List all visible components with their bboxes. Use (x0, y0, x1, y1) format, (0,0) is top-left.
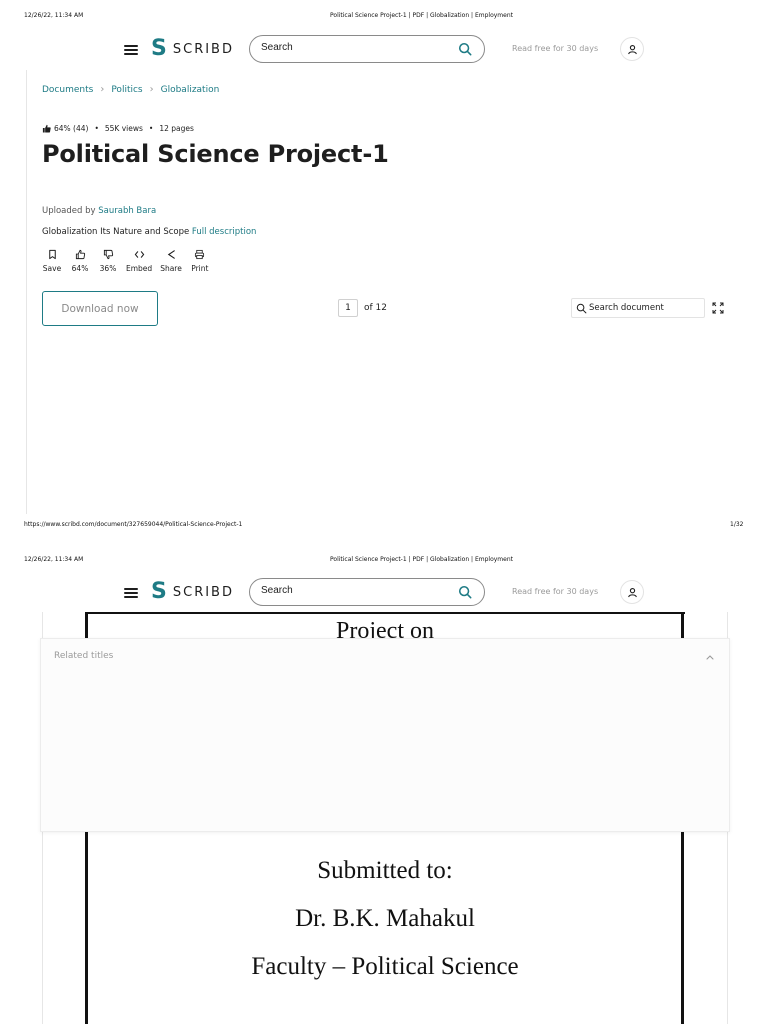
share-label: Share (160, 264, 182, 273)
thumbs-down-icon (103, 249, 113, 260)
action-bar: Save 64% 36% Embed Share Print (42, 249, 218, 273)
page-left-border (26, 70, 27, 514)
page-total: of 12 (364, 303, 387, 313)
save-label: Save (42, 264, 62, 273)
page-title: Political Science Project-1 (42, 140, 389, 168)
uploader-link[interactable]: Saurabh Bara (98, 206, 156, 216)
embed-label: Embed (126, 264, 153, 273)
document-heading: Project on (336, 618, 434, 640)
uploader-label: Uploaded by (42, 206, 96, 216)
print-datetime: 12/26/22, 11:34 AM (24, 556, 84, 563)
menu-icon[interactable] (124, 45, 138, 55)
print-label: Print (191, 264, 209, 273)
search-input[interactable] (261, 42, 451, 53)
search-icon (576, 303, 587, 313)
chevron-up-icon[interactable] (705, 653, 715, 661)
site-search[interactable] (249, 578, 485, 606)
search-icon[interactable] (458, 585, 472, 599)
downvote-label: 36% (99, 264, 117, 273)
chevron-right-icon: › (100, 84, 105, 95)
scribd-logo[interactable]: S SCRIBD (151, 581, 234, 603)
share-icon (167, 250, 175, 259)
document-stats: 64% (44) • 55K views • 12 pages (42, 124, 194, 133)
print-doc-title: Political Science Project-1 | PDF | Glob… (330, 12, 514, 19)
user-icon (627, 587, 637, 597)
print-datetime: 12/26/22, 11:34 AM (24, 12, 84, 19)
site-header: S SCRIBD Read free for 30 days (0, 577, 768, 611)
print-button[interactable]: Print (190, 249, 210, 273)
site-header: S SCRIBD Read free for 30 days (0, 34, 768, 68)
search-icon[interactable] (458, 42, 472, 56)
breadcrumb-globalization[interactable]: Globalization (161, 85, 220, 95)
thumbs-up-icon (75, 249, 85, 260)
logo-text: SCRIBD (172, 41, 234, 57)
print-page-number: 1/32 (730, 521, 744, 528)
thumbs-up-icon (42, 124, 51, 133)
pages-text: 12 pages (159, 124, 194, 133)
free-trial-link[interactable]: Read free for 30 days (512, 44, 598, 53)
breadcrumb-politics[interactable]: Politics (111, 85, 142, 95)
scribd-logo-icon: S (151, 36, 167, 61)
print-doc-title: Political Science Project-1 | PDF | Glob… (330, 556, 514, 563)
print-icon (195, 249, 205, 260)
downvote-button[interactable]: 36% (98, 249, 118, 273)
separator-dot: • (94, 124, 99, 133)
separator-dot: • (148, 124, 154, 133)
description-text: Globalization Its Nature and Scope (42, 227, 190, 237)
page-navigator: 1 of 12 (338, 299, 387, 317)
print-url: https://www.scribd.com/document/32765904… (24, 521, 243, 528)
breadcrumb-documents[interactable]: Documents (42, 85, 93, 95)
views-text: 55K views (104, 124, 143, 133)
related-titles-label: Related titles (54, 651, 114, 661)
related-titles-panel: Related titles (40, 638, 730, 832)
logo-text: SCRIBD (172, 584, 234, 600)
embed-button[interactable]: Embed (126, 249, 152, 273)
document-search-placeholder: Search document (589, 303, 664, 313)
description-line: Globalization Its Nature and Scope Full … (42, 227, 256, 237)
download-button[interactable]: Download now (42, 291, 158, 326)
site-search[interactable] (249, 35, 485, 63)
scribd-logo-icon: S (151, 579, 167, 604)
upvote-button[interactable]: 64% (70, 249, 90, 273)
search-input[interactable] (261, 585, 451, 596)
chevron-right-icon: › (149, 84, 154, 95)
save-button[interactable]: Save (42, 249, 62, 273)
account-button[interactable] (620, 37, 644, 61)
free-trial-link[interactable]: Read free for 30 days (512, 587, 598, 596)
submitted-to-text: Submitted to: (317, 857, 453, 884)
user-icon (627, 44, 637, 54)
upvote-label: 64% (71, 264, 89, 273)
document-search-input[interactable]: Search document (571, 298, 705, 318)
faculty-text: Faculty – Political Science (251, 953, 519, 980)
code-icon (134, 251, 144, 258)
bookmark-icon (48, 249, 56, 260)
document-frame-top (86, 612, 685, 614)
full-description-link[interactable]: Full description (192, 227, 257, 237)
account-button[interactable] (620, 580, 644, 604)
scribd-logo[interactable]: S SCRIBD (151, 38, 234, 60)
rating-text: 64% (44) (54, 124, 89, 133)
fullscreen-icon[interactable] (712, 302, 724, 314)
uploader-line: Uploaded by Saurabh Bara (42, 206, 156, 216)
submitted-name-text: Dr. B.K. Mahakul (295, 905, 475, 932)
page-number-input[interactable]: 1 (338, 299, 358, 317)
menu-icon[interactable] (124, 588, 138, 598)
share-button[interactable]: Share (160, 249, 182, 273)
breadcrumb: Documents › Politics › Globalization (42, 84, 219, 95)
